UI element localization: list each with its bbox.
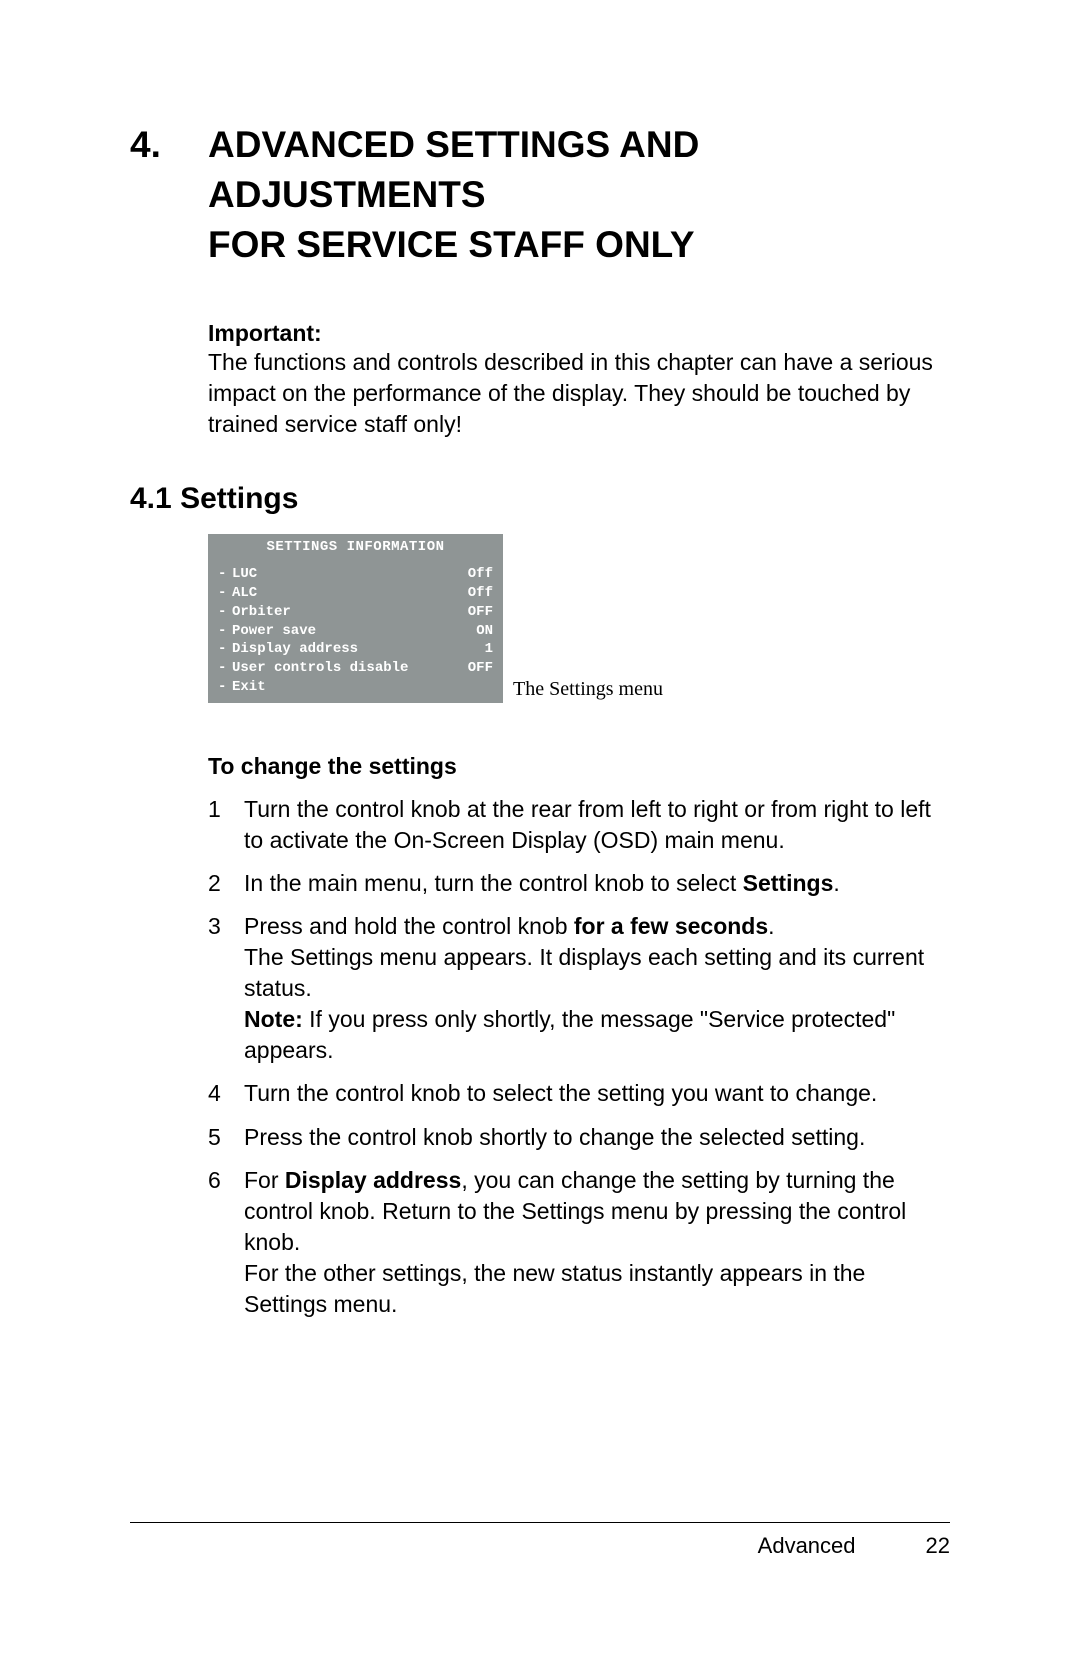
chapter-number: 4. [130, 120, 208, 270]
osd-caption: The Settings menu [513, 678, 663, 703]
page-footer: Advanced 22 [130, 1522, 950, 1559]
osd-row-luc: -LUCOff [218, 565, 493, 584]
osd-row-user-controls-disable: -User controls disableOFF [218, 659, 493, 678]
step-4: 4 Turn the control knob to select the se… [208, 1078, 950, 1109]
osd-row-orbiter: -OrbiterOFF [218, 603, 493, 622]
osd-settings-menu: SETTINGS INFORMATION -LUCOff -ALCOff -Or… [208, 534, 503, 703]
osd-row-exit: -Exit [218, 678, 493, 697]
important-block: Important: The functions and controls de… [208, 320, 950, 440]
chapter-title-line1: ADVANCED SETTINGS AND ADJUSTMENTS [208, 120, 950, 220]
step-1: 1 Turn the control knob at the rear from… [208, 794, 950, 856]
osd-row-display-address: -Display address1 [218, 640, 493, 659]
section-name: Settings [180, 482, 298, 515]
important-text: The functions and controls described in … [208, 347, 950, 440]
step-5: 5 Press the control knob shortly to chan… [208, 1122, 950, 1153]
osd-header: SETTINGS INFORMATION [218, 538, 493, 557]
osd-row-power-save: -Power saveON [218, 622, 493, 641]
footer-section-label: Advanced [758, 1533, 856, 1558]
steps-list: 1 Turn the control knob at the rear from… [208, 794, 950, 1320]
footer-rule [130, 1522, 950, 1523]
subheading-change-settings: To change the settings [208, 753, 950, 780]
important-label: Important: [208, 320, 950, 347]
step-6: 6 For Display address, you can change th… [208, 1165, 950, 1320]
section-number: 4.1 [130, 482, 172, 515]
step-2: 2 In the main menu, turn the control kno… [208, 868, 950, 899]
chapter-title: 4. ADVANCED SETTINGS AND ADJUSTMENTS FOR… [130, 120, 950, 270]
chapter-title-line2: FOR SERVICE STAFF ONLY [208, 220, 950, 270]
footer-page-number: 22 [926, 1533, 950, 1558]
osd-row-alc: -ALCOff [218, 584, 493, 603]
step-3: 3 Press and hold the control knob for a … [208, 911, 950, 1066]
section-title: 4.1 Settings [130, 482, 950, 516]
